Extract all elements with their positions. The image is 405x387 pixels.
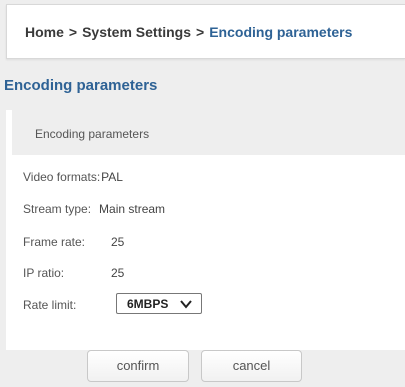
rate-limit-select[interactable]: 6MBPS [116, 293, 202, 314]
stream-type-value: Main stream [99, 202, 166, 216]
video-formats-row: Video formats:PAL [23, 170, 123, 184]
stream-type-label: Stream type: [23, 202, 92, 216]
confirm-button[interactable]: confirm [87, 350, 189, 382]
panel-header-title: Encoding parameters [35, 127, 150, 141]
breadcrumb-home[interactable]: Home [25, 24, 64, 40]
rate-limit-row: Rate limit: [23, 298, 76, 312]
rate-limit-selected-value: 6MBPS [127, 297, 169, 311]
ip-ratio-row: IP ratio: 25 [23, 266, 124, 280]
panel-header: Encoding parameters [12, 110, 405, 155]
breadcrumb-system-settings[interactable]: System Settings [82, 24, 191, 40]
stream-type-row: Stream type: Main stream [23, 202, 165, 216]
breadcrumb-separator: > [196, 24, 205, 40]
ip-ratio-value: 25 [111, 266, 125, 280]
breadcrumb-separator: > [68, 24, 78, 40]
breadcrumb-current: Encoding parameters [209, 24, 353, 40]
chevron-down-icon [180, 300, 192, 309]
frame-rate-row: Frame rate: 25 [23, 235, 124, 249]
frame-rate-label: Frame rate: [23, 235, 86, 249]
ip-ratio-label: IP ratio: [23, 266, 65, 280]
video-formats-label: Video formats: [23, 170, 101, 184]
encoding-panel: Encoding parameters Video formats:PAL St… [6, 110, 405, 350]
breadcrumb-bar: Home > System Settings > Encoding parameters [6, 4, 405, 59]
page-title: Encoding parameters [4, 77, 158, 94]
breadcrumb: Home > System Settings > Encoding parameters [25, 24, 352, 40]
cancel-button[interactable]: cancel [201, 350, 302, 382]
frame-rate-value: 25 [111, 235, 125, 249]
rate-limit-label: Rate limit: [23, 298, 77, 312]
video-formats-value: PAL [101, 170, 123, 184]
